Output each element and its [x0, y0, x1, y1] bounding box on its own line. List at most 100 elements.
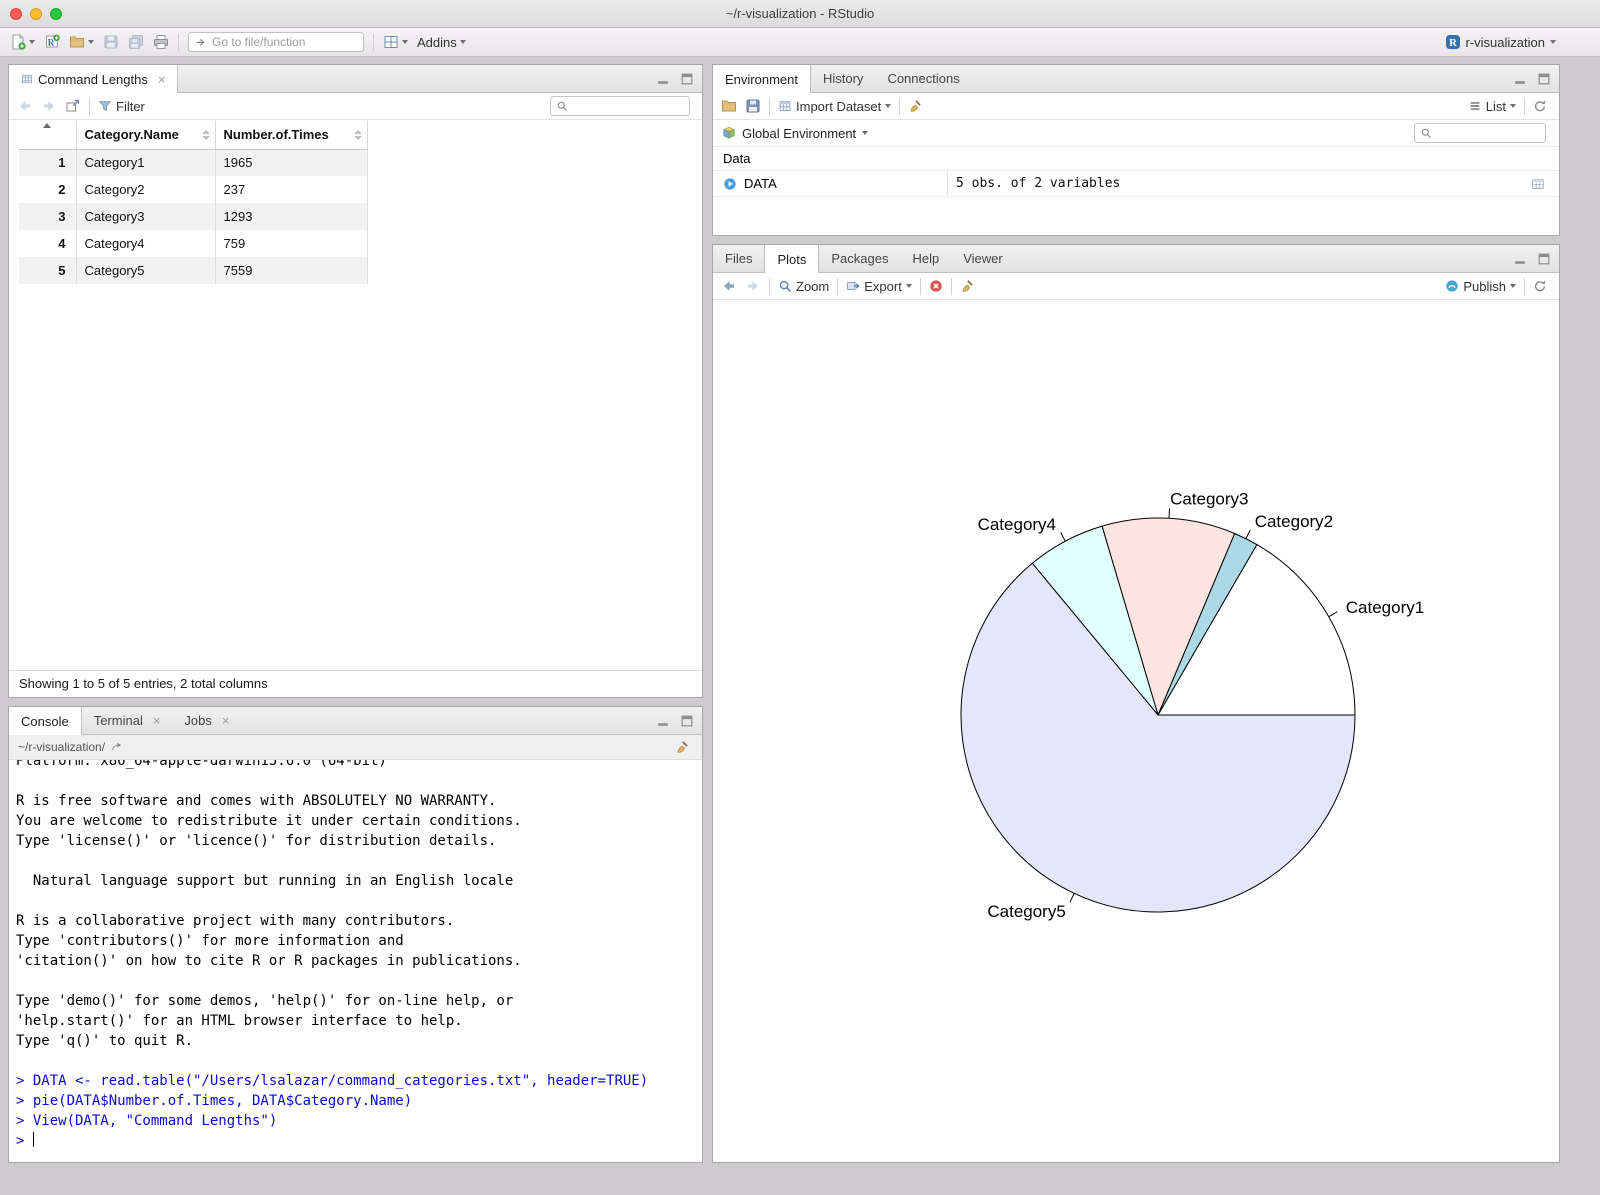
pie-chart: Category1 Category2 Category3 Category4 Cate…: [960, 490, 1424, 921]
tab-packages[interactable]: Packages: [819, 245, 900, 272]
table-row[interactable]: 4 Category4 759: [19, 230, 368, 257]
environment-search-input[interactable]: [1414, 123, 1546, 143]
minimize-pane-icon[interactable]: [1513, 72, 1527, 86]
environment-toolbar: Import Dataset List: [713, 93, 1559, 120]
close-tab-icon[interactable]: ×: [222, 714, 230, 727]
goto-file-input[interactable]: [212, 35, 367, 49]
console-input-line: >: [16, 1132, 34, 1149]
remove-plot-icon[interactable]: [929, 279, 943, 293]
console-input-line: > View(DATA, "Command Lengths"): [16, 1113, 278, 1129]
pane-buttons: [1513, 65, 1551, 93]
chevron-down-icon: [88, 40, 94, 44]
console-output[interactable]: Platform: x86_64-apple-darwin15.6.0 (64-…: [9, 760, 702, 1162]
row-number-header[interactable]: [19, 121, 77, 150]
export-button[interactable]: Export: [846, 279, 912, 294]
new-file-button[interactable]: [10, 34, 35, 50]
maximize-pane-icon[interactable]: [1537, 72, 1551, 86]
tab-help[interactable]: Help: [900, 245, 951, 272]
import-dataset-button[interactable]: Import Dataset: [778, 99, 892, 114]
tab-console[interactable]: Console: [9, 707, 82, 735]
pie-label-category3: Category3: [1170, 490, 1248, 509]
r-project-icon: [1445, 34, 1461, 50]
object-expand-icon[interactable]: [723, 177, 737, 191]
project-selector[interactable]: r-visualization: [1445, 34, 1556, 50]
refresh-icon[interactable]: [1533, 279, 1547, 293]
goto-directory-icon[interactable]: [111, 741, 123, 753]
goto-file-box[interactable]: [188, 32, 367, 52]
tab-label: Plots: [777, 251, 807, 267]
data-viewer-tabbar: Command Lengths ×: [9, 65, 702, 93]
close-tab-icon[interactable]: ×: [153, 714, 161, 727]
tab-plots[interactable]: Plots: [764, 245, 820, 273]
minimize-pane-icon[interactable]: [656, 714, 670, 728]
maximize-pane-icon[interactable]: [680, 72, 694, 86]
back-icon[interactable]: [721, 278, 737, 294]
cell-category-name: Category5: [76, 257, 216, 284]
publish-button[interactable]: Publish: [1445, 279, 1516, 294]
tab-history[interactable]: History: [811, 65, 875, 92]
clear-console-icon[interactable]: [675, 740, 689, 754]
tab-label: Viewer: [963, 251, 1003, 266]
tab-label: Environment: [725, 71, 798, 87]
open-in-new-window-icon[interactable]: [65, 98, 81, 114]
table-row[interactable]: 1 Category1 1965: [19, 149, 368, 176]
maximize-pane-icon[interactable]: [680, 714, 694, 728]
tab-viewer[interactable]: Viewer: [951, 245, 1015, 272]
window-zoom-button[interactable]: [50, 8, 62, 20]
table-row[interactable]: 2 Category2 237: [19, 176, 368, 203]
tab-jobs[interactable]: Jobs ×: [172, 707, 241, 734]
tab-label: Help: [912, 251, 940, 266]
console-output-line: Platform: x86_64-apple-darwin15.6.0 (64-…: [16, 760, 387, 769]
list-view-button[interactable]: List: [1468, 99, 1516, 114]
column-label: Category.Name: [84, 127, 179, 143]
print-icon[interactable]: [153, 34, 169, 50]
close-tab-icon[interactable]: ×: [158, 73, 166, 86]
column-header-category-name[interactable]: Category.Name: [76, 121, 216, 150]
back-icon[interactable]: [17, 98, 33, 114]
clear-all-plots-icon[interactable]: [960, 279, 974, 293]
forward-icon[interactable]: [41, 98, 57, 114]
tab-connections[interactable]: Connections: [875, 65, 971, 92]
filter-button[interactable]: Filter: [98, 99, 145, 114]
window-minimize-button[interactable]: [30, 8, 42, 20]
tab-files[interactable]: Files: [713, 245, 764, 272]
tab-environment[interactable]: Environment: [713, 65, 811, 93]
refresh-icon[interactable]: [1533, 99, 1547, 113]
environment-object-row[interactable]: DATA 5 obs. of 2 variables: [713, 171, 1559, 197]
console-output-line: Type 'q()' to quit R.: [16, 1033, 194, 1049]
save-icon[interactable]: [103, 34, 119, 50]
tab-terminal[interactable]: Terminal ×: [82, 707, 173, 734]
sort-arrows-icon: [201, 129, 210, 140]
forward-icon[interactable]: [745, 278, 761, 294]
save-workspace-icon[interactable]: [745, 98, 761, 114]
cell-number-of-times: 7559: [215, 257, 368, 284]
load-workspace-icon[interactable]: [721, 98, 737, 114]
open-file-button[interactable]: [69, 34, 94, 50]
new-project-button[interactable]: [44, 34, 60, 50]
addins-label: Addins: [417, 34, 457, 50]
view-data-grid-icon[interactable]: [1531, 177, 1545, 191]
pane-layout-button[interactable]: [383, 34, 408, 50]
console-pane: Console Terminal × Jobs × ~/r-visualizat…: [8, 706, 703, 1163]
minimize-pane-icon[interactable]: [1513, 252, 1527, 266]
column-header-number-of-times[interactable]: Number.of.Times: [215, 121, 368, 150]
maximize-pane-icon[interactable]: [1537, 252, 1551, 266]
table-row[interactable]: 3 Category3 1293: [19, 203, 368, 230]
environment-scope-label[interactable]: Global Environment: [742, 126, 856, 141]
data-viewer-pane: Command Lengths × Filter Category.Name N…: [8, 64, 703, 698]
window-close-button[interactable]: [10, 8, 22, 20]
table-search-input[interactable]: [550, 96, 690, 116]
table-search-area: [550, 96, 694, 116]
data-table-body: 1 Category1 1965 2 Category2 237 3 Category3 129…: [19, 149, 368, 284]
zoom-button[interactable]: Zoom: [778, 279, 829, 294]
row-number: 2: [19, 176, 77, 203]
table-row[interactable]: 5 Category5 7559: [19, 257, 368, 284]
save-all-icon[interactable]: [128, 34, 144, 50]
clear-environment-icon[interactable]: [908, 99, 922, 113]
tab-command-lengths[interactable]: Command Lengths ×: [9, 65, 179, 93]
addins-button[interactable]: Addins: [417, 35, 466, 50]
pane-buttons: [1513, 245, 1551, 273]
minimize-pane-icon[interactable]: [656, 72, 670, 86]
